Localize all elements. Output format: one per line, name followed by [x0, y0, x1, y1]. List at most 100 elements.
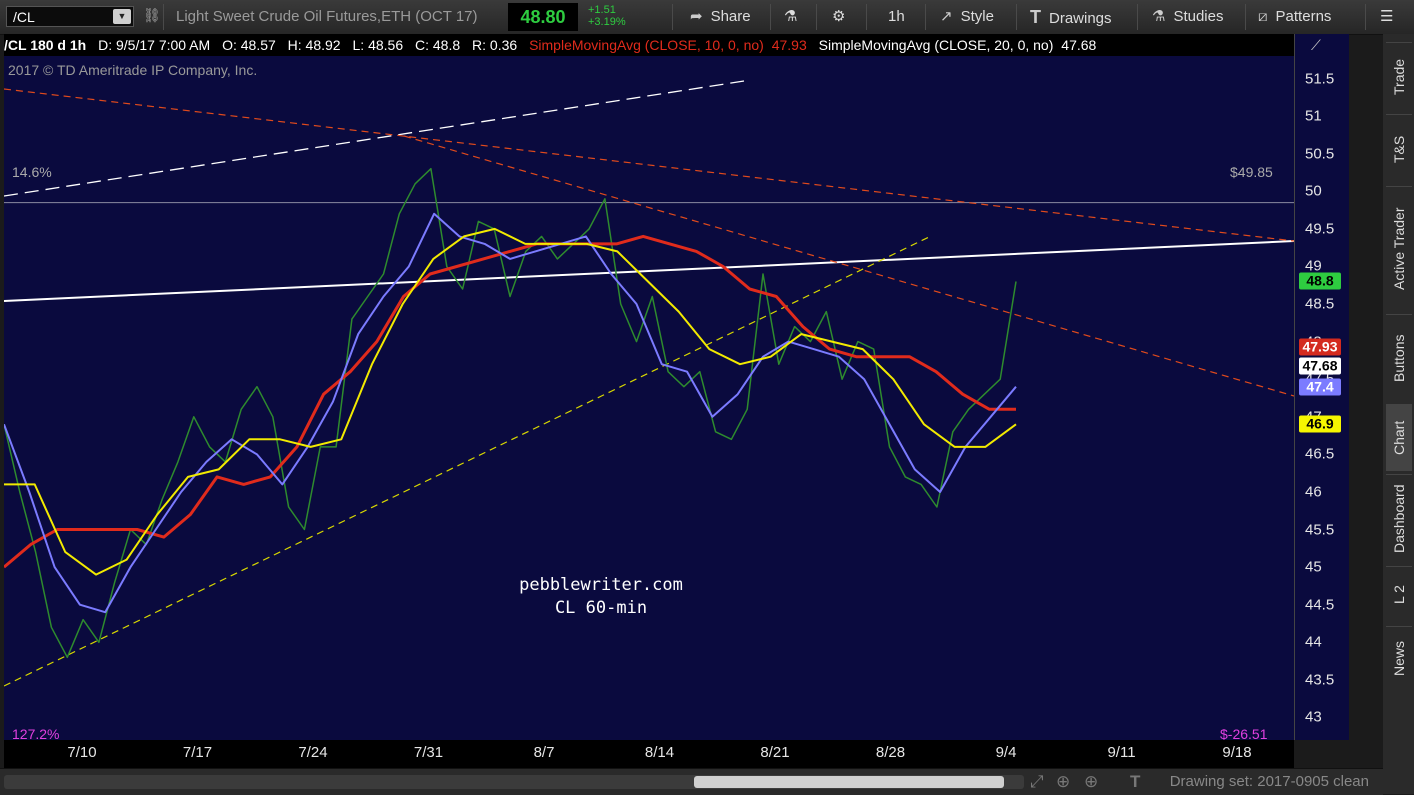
tab-t-s[interactable]: T&S [1386, 114, 1412, 183]
studies-button[interactable]: ⚗ Studies [1152, 0, 1224, 34]
scrollbar-thumb[interactable] [694, 776, 1004, 788]
timeframe-label: 1h [888, 8, 905, 25]
tab-chart[interactable]: Chart [1386, 404, 1412, 471]
style-label: Style [960, 8, 994, 25]
symbol-selector[interactable]: /CL ▼ [6, 6, 134, 27]
fib-bottom-left-label: 127.2% [12, 726, 60, 740]
price-chart[interactable] [4, 56, 1294, 740]
y-tick-label: 45.5 [1305, 521, 1335, 539]
fib-bottom-right-label: $-26.51 [1220, 726, 1268, 740]
text-tool-icon: T [1030, 7, 1041, 27]
toolbar-divider [816, 4, 817, 30]
menu-button[interactable]: ☰ [1380, 0, 1393, 34]
link-icon[interactable]: ⛓ [143, 7, 161, 24]
chart-area[interactable]: 2017 © TD Ameritrade IP Company, Inc. 14… [4, 56, 1294, 740]
toolbar-divider [925, 4, 926, 30]
chevron-down-icon[interactable]: ▼ [113, 9, 131, 24]
tab-news[interactable]: News [1386, 626, 1412, 689]
tab-l-2[interactable]: L 2 [1386, 566, 1412, 623]
y-tick-label: 51.5 [1305, 70, 1335, 88]
toolbar-divider [770, 4, 771, 30]
bar-date: D: 9/5/17 7:00 AM [98, 37, 211, 53]
trendline-descending-upper [4, 88, 1294, 242]
tab-dashboard[interactable]: Dashboard [1386, 474, 1412, 563]
x-tick-label: 7/10 [67, 744, 97, 761]
axis-zoom-icon[interactable]: ⟋ [1311, 37, 1321, 54]
sma10-label[interactable]: SimpleMovingAvg (CLOSE, 10, 0, no) [529, 37, 764, 53]
y-tick-label: 43.5 [1305, 671, 1335, 689]
y-tick-label: 44.5 [1305, 596, 1335, 614]
tab-active-trader[interactable]: Active Trader [1386, 186, 1412, 311]
menu-icon: ☰ [1380, 8, 1394, 25]
right-panel: Trade T&S Active Trader Buttons Chart Dashboa… [1383, 34, 1414, 794]
symbol-value: /CL [13, 9, 35, 25]
zoom-icon[interactable]: ⊕ [1084, 772, 1098, 792]
timeframe-button[interactable]: 1h [888, 0, 905, 34]
toolbar-divider [1137, 4, 1138, 30]
trendline-resistance [4, 240, 1294, 302]
price-axis[interactable]: ⟋ 51.55150.55049.54948.54847.54746.54645… [1294, 34, 1349, 740]
price-change: +1.51 +3.19% [588, 4, 626, 28]
x-tick-label: 9/4 [995, 744, 1017, 761]
time-axis[interactable]: 7/10 7/17 7/24 7/31 8/7 8/14 8/21 8/28 9/4 9/11 9/… [4, 740, 1294, 768]
toolbar-divider [1016, 4, 1017, 30]
share-button[interactable]: ➦ Share [690, 0, 751, 34]
bar-low: L: 48.56 [352, 37, 404, 53]
sma10-value: 47.93 [771, 37, 807, 53]
trendline-upper-channel [4, 80, 745, 197]
x-tick-label: 8/14 [644, 744, 675, 761]
trendline-descending-lower [403, 135, 1294, 397]
patterns-icon: ⧄ [1258, 8, 1268, 25]
annotation-line-2: CL 60-min [554, 598, 648, 618]
x-tick-label: 8/28 [875, 744, 906, 761]
y-tick-label: 46 [1305, 483, 1322, 501]
horizontal-scrollbar[interactable] [4, 775, 1024, 789]
price-tag: 47.68 [1299, 357, 1341, 375]
style-icon: ↗ [940, 8, 953, 25]
info-bar: /CL 180 d 1h D: 9/5/17 7:00 AM O: 48.57 … [4, 34, 1294, 56]
drawings-button[interactable]: T Drawings [1030, 0, 1112, 34]
tab-buttons[interactable]: Buttons [1386, 314, 1412, 401]
y-tick-label: 49.5 [1305, 220, 1335, 238]
studies-label: Studies [1173, 8, 1224, 25]
patterns-label: Patterns [1275, 8, 1332, 25]
fib-top-right-label: $49.85 [1230, 164, 1273, 180]
sma20-label[interactable]: SimpleMovingAvg (CLOSE, 20, 0, no) [819, 37, 1054, 53]
x-tick-label: 8/7 [533, 744, 555, 761]
collapse-icon[interactable]: ⤢ [1030, 772, 1044, 792]
y-tick-label: 46.5 [1305, 445, 1335, 463]
crosshair-icon[interactable]: ⊕ [1056, 772, 1070, 792]
gear-icon: ⚙ [832, 8, 846, 25]
instrument-title: Light Sweet Crude Oil Futures,ETH (OCT 1… [176, 8, 478, 25]
fib-top-left-label: 14.6% [12, 164, 52, 180]
toolbar: /CL ▼ ⛓ Light Sweet Crude Oil Futures,ET… [0, 0, 1414, 35]
toolbar-divider [866, 4, 867, 30]
sma20-series [4, 212, 1017, 614]
share-label: Share [710, 8, 751, 25]
tab-trade[interactable]: Trade [1386, 42, 1412, 111]
bottom-bar: ⤢ ⊕ ⊕ T Drawing set: 2017-0905 clean [0, 768, 1383, 795]
y-tick-label: 50.5 [1305, 145, 1335, 163]
annotation-text: pebblewriter.com CL 60-min [466, 574, 736, 620]
yellow-ma-series [4, 227, 1017, 576]
patterns-button[interactable]: ⧄ Patterns [1258, 0, 1331, 34]
drawing-set-label[interactable]: Drawing set: 2017-0905 clean [1170, 773, 1369, 790]
x-tick-label: 8/21 [760, 744, 790, 761]
bar-open: O: 48.57 [222, 37, 276, 53]
text-tool-icon[interactable]: T [1130, 772, 1140, 792]
flask-button[interactable]: ⚗ [784, 0, 797, 34]
flask-icon: ⚗ [784, 8, 798, 25]
bar-high: H: 48.92 [287, 37, 341, 53]
change-absolute: +1.51 [588, 4, 616, 16]
symbol-period: /CL 180 d 1h [4, 37, 87, 53]
settings-button[interactable]: ⚙ [832, 0, 845, 34]
y-tick-label: 43 [1305, 708, 1322, 726]
x-tick-label: 9/11 [1107, 744, 1136, 761]
x-tick-label: 7/31 [413, 744, 444, 761]
x-tick-label: 7/17 [182, 744, 213, 761]
price-tag: 48.8 [1299, 272, 1341, 290]
bar-close: C: 48.8 [415, 37, 461, 53]
last-price: 48.80 [508, 3, 578, 31]
style-button[interactable]: ↗ Style [940, 0, 994, 34]
y-tick-label: 51 [1305, 107, 1322, 125]
